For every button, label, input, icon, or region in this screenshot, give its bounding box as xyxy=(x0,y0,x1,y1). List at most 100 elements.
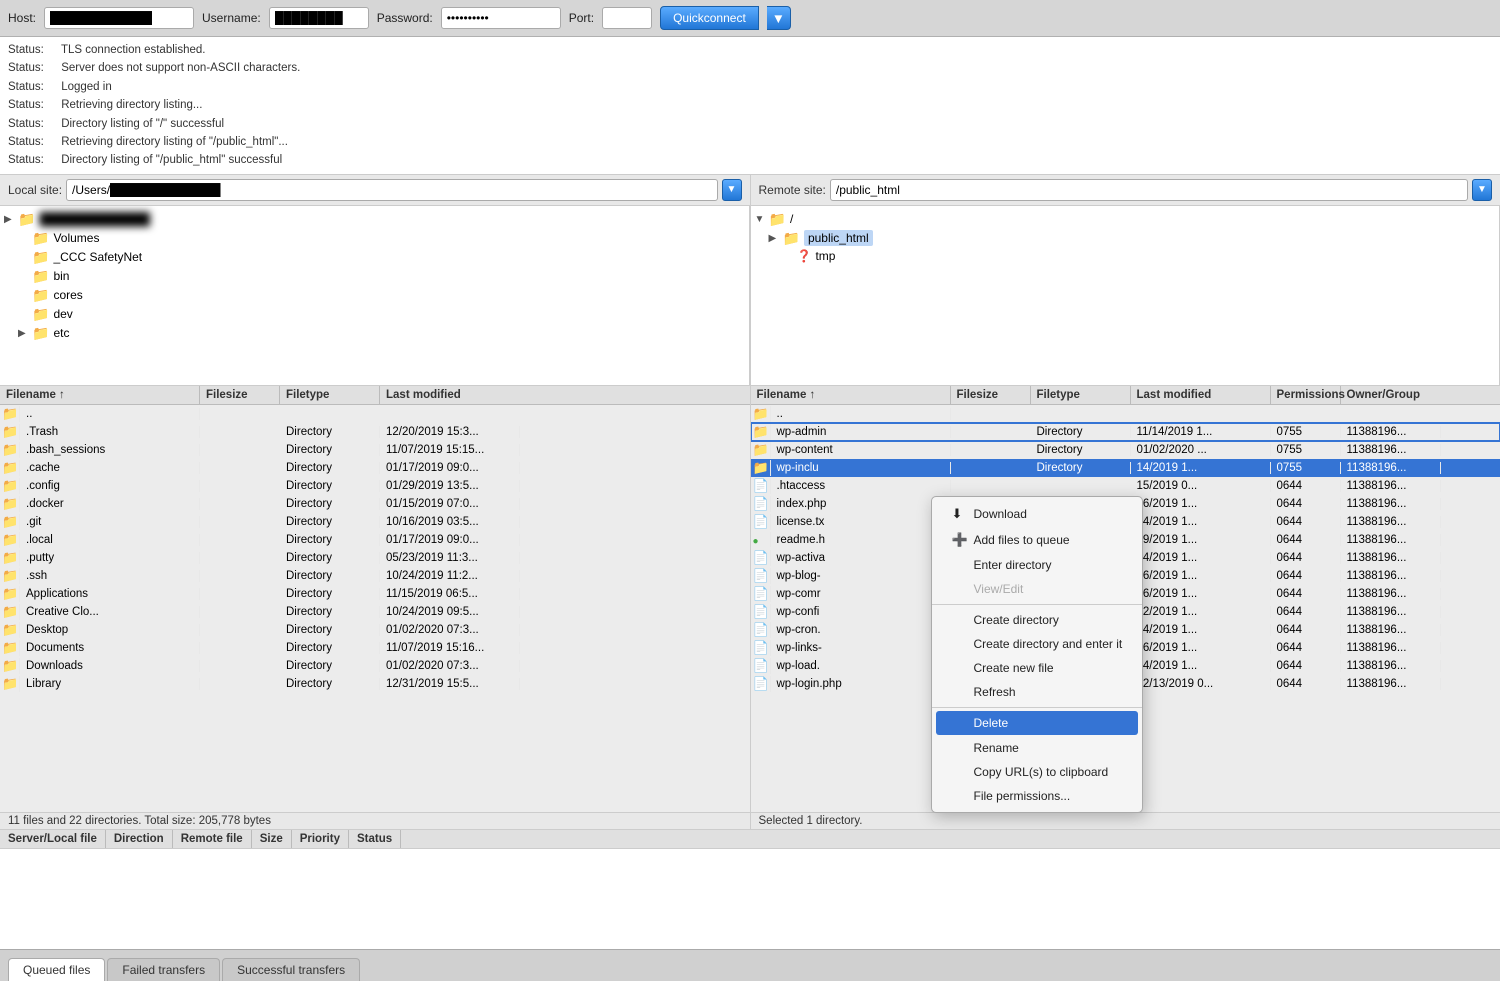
password-label: Password: xyxy=(377,11,433,25)
context-menu-item[interactable]: Create directory xyxy=(932,608,1143,632)
local-status-footer: 11 files and 22 directories. Total size:… xyxy=(0,812,750,829)
quickconnect-button[interactable]: Quickconnect xyxy=(660,6,759,30)
context-menu-item[interactable]: View/Edit xyxy=(932,577,1143,601)
split-panels: ▶📁█████████████📁Volumes📁_CCC SafetyNet📁b… xyxy=(0,206,1500,829)
local-file-row[interactable]: 📁 .bash_sessions Directory 11/07/2019 15… xyxy=(0,441,750,459)
local-site-label: Local site: xyxy=(8,183,62,197)
transfer-col-priority[interactable]: Priority xyxy=(292,830,349,848)
local-site-dropdown[interactable]: ▼ xyxy=(722,179,742,201)
transfer-col-size[interactable]: Size xyxy=(252,830,292,848)
site-bars: Local site: ▼ Remote site: ▼ xyxy=(0,175,1500,206)
remote-site-bar: Remote site: ▼ xyxy=(751,175,1500,205)
remote-tree-item[interactable]: ▼📁/ xyxy=(751,210,1500,229)
remote-tree-item[interactable]: ▶📁public_html xyxy=(751,229,1500,248)
context-menu-item[interactable]: Delete xyxy=(936,711,1139,735)
status-line: Status: Directory listing of "/" success… xyxy=(8,115,1492,133)
context-menu-item[interactable]: Create new file xyxy=(932,656,1143,680)
remote-col-perms[interactable]: Permissions xyxy=(1271,386,1341,404)
quickconnect-dropdown-button[interactable]: ▼ xyxy=(767,6,791,30)
local-tree-item[interactable]: 📁cores xyxy=(0,286,749,305)
context-menu-separator xyxy=(932,604,1143,605)
local-file-row[interactable]: 📁 Documents Directory 11/07/2019 15:16..… xyxy=(0,639,750,657)
status-line: Status: Retrieving directory listing of … xyxy=(8,133,1492,151)
status-line: Status: Logged in xyxy=(8,78,1492,96)
password-input[interactable] xyxy=(441,7,561,29)
local-file-row[interactable]: 📁 .cache Directory 01/17/2019 09:0... xyxy=(0,459,750,477)
local-col-filename[interactable]: Filename ↑ xyxy=(0,386,200,404)
username-input[interactable] xyxy=(269,7,369,29)
transfer-col-direction[interactable]: Direction xyxy=(106,830,173,848)
local-col-lastmod[interactable]: Last modified xyxy=(380,386,750,404)
local-file-row[interactable]: 📁 Desktop Directory 01/02/2020 07:3... xyxy=(0,621,750,639)
local-col-filesize[interactable]: Filesize xyxy=(200,386,280,404)
username-label: Username: xyxy=(202,11,261,25)
local-file-row[interactable]: 📁 .. xyxy=(0,405,750,423)
port-label: Port: xyxy=(569,11,594,25)
transfer-col-status[interactable]: Status xyxy=(349,830,401,848)
status-line: Status: Server does not support non-ASCI… xyxy=(8,59,1492,77)
host-input[interactable] xyxy=(44,7,194,29)
transfer-col-serverfile[interactable]: Server/Local file xyxy=(0,830,106,848)
local-file-row[interactable]: 📁 .Trash Directory 12/20/2019 15:3... xyxy=(0,423,750,441)
remote-col-filesize[interactable]: Filesize xyxy=(951,386,1031,404)
remote-site-dropdown[interactable]: ▼ xyxy=(1472,179,1492,201)
local-file-row[interactable]: 📁 .local Directory 01/17/2019 09:0... xyxy=(0,531,750,549)
context-menu-item[interactable]: Rename xyxy=(932,736,1143,760)
local-file-row[interactable]: 📁 Creative Clo... Directory 10/24/2019 0… xyxy=(0,603,750,621)
remote-site-input[interactable] xyxy=(830,179,1468,201)
context-menu-item[interactable]: ⬇Download xyxy=(932,501,1143,527)
remote-file-row[interactable]: 📄 .htaccess 15/2019 0... 0644 11388196..… xyxy=(751,477,1500,495)
local-file-row[interactable]: 📁 .docker Directory 01/15/2019 07:0... xyxy=(0,495,750,513)
status-line: Status: TLS connection established. xyxy=(8,41,1492,59)
local-col-filetype[interactable]: Filetype xyxy=(280,386,380,404)
context-menu: ⬇Download➕Add files to queueEnter direct… xyxy=(931,496,1144,813)
local-file-row[interactable]: 📁 .putty Directory 05/23/2019 11:3... xyxy=(0,549,750,567)
local-files-body: 📁 .. 📁 .Trash Directory 12/20/2019 15:3.… xyxy=(0,405,750,812)
context-menu-item[interactable]: Create directory and enter it xyxy=(932,632,1143,656)
local-tree-item[interactable]: ▶📁etc xyxy=(0,324,749,343)
transfer-col-remotefile[interactable]: Remote file xyxy=(173,830,252,848)
local-file-row[interactable]: 📁 .ssh Directory 10/24/2019 11:2... xyxy=(0,567,750,585)
remote-file-row[interactable]: 📁 wp-admin Directory 11/14/2019 1... 075… xyxy=(751,423,1500,441)
local-tree-item[interactable]: 📁bin xyxy=(0,267,749,286)
right-section: ▼📁/▶📁public_html❓tmp Filename ↑ Filesize… xyxy=(751,206,1500,829)
remote-col-filetype[interactable]: Filetype xyxy=(1031,386,1131,404)
local-file-row[interactable]: 📁 Library Directory 12/31/2019 15:5... xyxy=(0,675,750,693)
remote-file-row[interactable]: 📁 .. xyxy=(751,405,1500,423)
remote-files-header: Filename ↑ Filesize Filetype Last modifi… xyxy=(751,386,1500,405)
remote-col-lastmod[interactable]: Last modified xyxy=(1131,386,1271,404)
transfer-header: Server/Local file Direction Remote file … xyxy=(0,830,1500,849)
local-site-input[interactable] xyxy=(66,179,717,201)
local-file-row[interactable]: 📁 .git Directory 10/16/2019 03:5... xyxy=(0,513,750,531)
remote-status-footer: Selected 1 directory. xyxy=(751,812,1500,829)
remote-file-row[interactable]: 📁 wp-inclu Directory 14/2019 1... 0755 1… xyxy=(751,459,1500,477)
context-menu-separator xyxy=(932,707,1143,708)
local-tree-item[interactable]: ▶📁█████████████ xyxy=(0,210,749,229)
context-menu-item[interactable]: Copy URL(s) to clipboard xyxy=(932,760,1143,784)
remote-col-owner[interactable]: Owner/Group xyxy=(1341,386,1500,404)
local-files-header: Filename ↑ Filesize Filetype Last modifi… xyxy=(0,386,750,405)
local-tree-item[interactable]: 📁dev xyxy=(0,305,749,324)
context-menu-item[interactable]: Refresh xyxy=(932,680,1143,704)
remote-site-label: Remote site: xyxy=(759,183,826,197)
local-file-row[interactable]: 📁 Applications Directory 11/15/2019 06:5… xyxy=(0,585,750,603)
remote-file-row[interactable]: 📁 wp-content Directory 01/02/2020 ... 07… xyxy=(751,441,1500,459)
local-file-row[interactable]: 📁 Downloads Directory 01/02/2020 07:3... xyxy=(0,657,750,675)
bottom-tab[interactable]: Failed transfers xyxy=(107,958,220,981)
port-input[interactable] xyxy=(602,7,652,29)
context-menu-item[interactable]: ➕Add files to queue xyxy=(932,527,1143,553)
bottom-tab[interactable]: Queued files xyxy=(8,958,105,981)
bottom-tab[interactable]: Successful transfers xyxy=(222,958,360,981)
transfer-area: Server/Local file Direction Remote file … xyxy=(0,829,1500,949)
context-menu-item[interactable]: File permissions... xyxy=(932,784,1143,808)
local-file-row[interactable]: 📁 .config Directory 01/29/2019 13:5... xyxy=(0,477,750,495)
remote-tree-panel: ▼📁/▶📁public_html❓tmp xyxy=(751,206,1500,386)
local-tree-item[interactable]: 📁_CCC SafetyNet xyxy=(0,248,749,267)
status-line: Status: Directory listing of "/public_ht… xyxy=(8,151,1492,169)
remote-col-filename[interactable]: Filename ↑ xyxy=(751,386,951,404)
status-area: Status: TLS connection established.Statu… xyxy=(0,37,1500,175)
bottom-tabs: Queued filesFailed transfersSuccessful t… xyxy=(0,949,1500,981)
local-tree-item[interactable]: 📁Volumes xyxy=(0,229,749,248)
context-menu-item[interactable]: Enter directory xyxy=(932,553,1143,577)
remote-tree-item[interactable]: ❓tmp xyxy=(751,248,1500,264)
